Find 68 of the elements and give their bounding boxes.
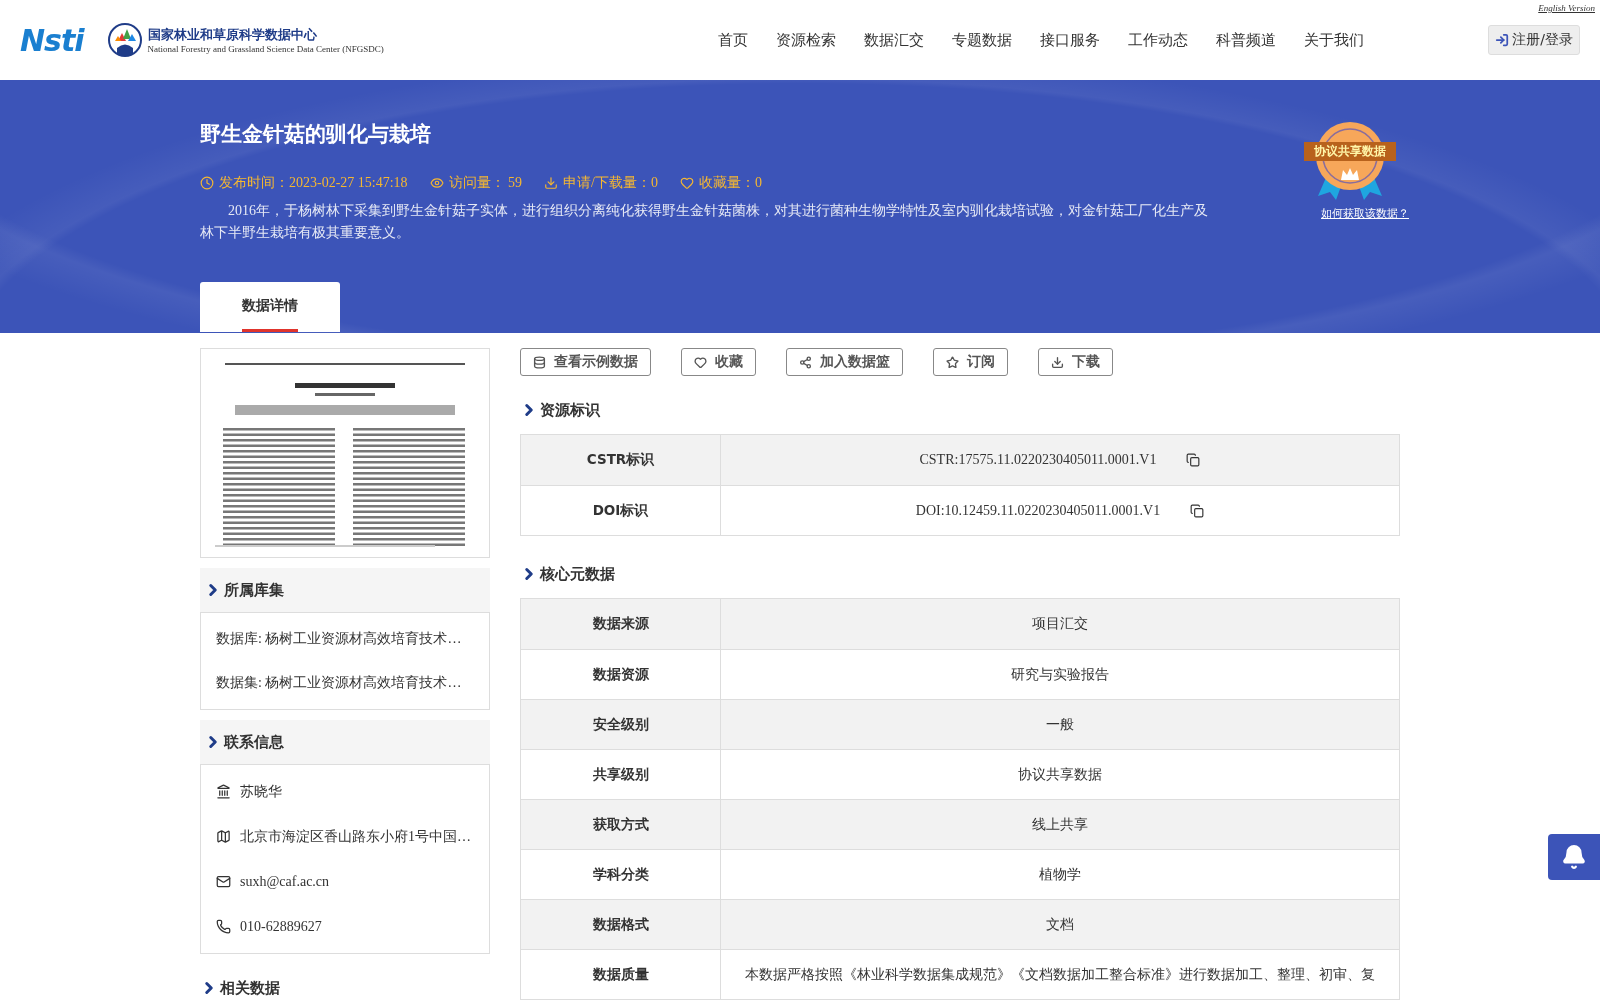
phone-icon: [216, 919, 231, 934]
map-icon: [216, 829, 231, 844]
database-icon: [533, 355, 546, 369]
meta-info: 申请/下载量：0: [544, 174, 658, 192]
meta-info: 访问量： 59: [429, 174, 523, 192]
mail-icon: [216, 874, 231, 889]
star-icon: [946, 355, 959, 369]
description: 2016年，于杨树林下采集到野生金针菇子实体，进行组织分离纯化获得野生金针菇菌株，对其进行菌种生物学特性及室内驯化栽培试验，对金针菇工厂化生产及林下半野生栽培有极其重要意义。: [200, 202, 1209, 242]
section-title: 资源标识: [540, 400, 600, 420]
heart-icon: [694, 355, 707, 369]
nav-link[interactable]: 首页: [704, 30, 763, 50]
contact-text: 苏晓华: [240, 782, 282, 801]
table-cell-text: 植物学: [1038, 865, 1082, 884]
action-button[interactable]: 查看示例数据: [520, 348, 651, 376]
nav-link[interactable]: 关于我们: [1290, 30, 1379, 50]
collection-link[interactable]: 数据集: 杨树工业资源材高效培育技术…: [216, 661, 474, 705]
identifier-value: CSTR:17575.11.0220230405011.0001.V1: [919, 452, 1157, 468]
table-cell-text: 项目汇交: [1031, 615, 1089, 633]
section-title: 核心元数据: [540, 564, 615, 584]
nav-link[interactable]: 资源检索: [762, 30, 851, 50]
action-button[interactable]: 订阅: [933, 348, 1008, 376]
contact-text: 010-62889627: [240, 918, 322, 935]
nav-link[interactable]: 专题数据: [938, 30, 1027, 50]
copy-icon[interactable]: [1186, 453, 1201, 467]
table-cell-text: 一般: [1045, 715, 1075, 734]
collection-link[interactable]: 数据库: 杨树工业资源材高效培育技术…: [216, 617, 474, 661]
section-title: 相关数据: [220, 978, 280, 998]
contact-text: suxh@caf.ac.cn: [240, 873, 330, 890]
login-button[interactable]: 注册/登录: [1488, 25, 1580, 55]
chat-button[interactable]: [1548, 834, 1600, 880]
english-version-link[interactable]: English Version: [1538, 3, 1595, 13]
table-cell-text: 文档: [1045, 915, 1075, 934]
nav-link[interactable]: 接口服务: [1026, 30, 1115, 50]
download-icon: [1051, 355, 1064, 369]
heart-icon: [680, 176, 694, 190]
section-title: 所属库集: [224, 580, 284, 600]
download-icon: [544, 176, 559, 190]
action-button[interactable]: 下载: [1038, 348, 1113, 376]
identifier-value: DOI:10.12459.11.0220230405011.0001.V1: [915, 502, 1161, 519]
how-to-get-link[interactable]: 如何获取该数据？: [1321, 206, 1409, 221]
bank-icon: [216, 784, 231, 799]
center-name: 国家林业和草原科学数据中心: [147, 26, 318, 44]
action-button[interactable]: 收藏: [681, 348, 756, 376]
emblem-icon: [107, 23, 142, 57]
share-icon: [799, 355, 812, 369]
table-cell-text: 线上共享: [1031, 815, 1089, 834]
nav-link[interactable]: 工作动态: [1114, 30, 1203, 50]
logo[interactable]: Nsti: [20, 22, 84, 58]
bell-icon: [1561, 844, 1587, 870]
center-name-english: National Forestry and Grassland Science Data Center (NFGSDC): [147, 43, 384, 54]
table-cell: DOI标识: [521, 486, 721, 535]
meta-info: 发布时间：2023-02-27 15:47:18: [200, 174, 408, 192]
contact-text: 北京市海淀区香山路东小府1号中国…: [240, 827, 471, 846]
page-title: 野生金针菇的驯化与栽培: [200, 121, 432, 148]
login-icon: [1495, 33, 1510, 47]
copy-icon[interactable]: [1190, 503, 1205, 518]
action-button[interactable]: 加入数据篮: [786, 348, 903, 376]
meta-info: 收藏量：0: [680, 174, 762, 192]
table-cell-text: 本数据严格按照《林业科学数据集成规范》《文档数据加工整合标准》进行数据加工、整理、初审、复: [744, 965, 1376, 984]
nav-link[interactable]: 数据汇交: [850, 30, 939, 50]
clock-icon: [200, 176, 214, 190]
section-title: 联系信息: [224, 732, 284, 752]
tab[interactable]: 数据详情: [200, 282, 340, 332]
table-cell: 数据质量: [521, 950, 721, 999]
nav-link[interactable]: 科普频道: [1202, 30, 1291, 50]
eye-icon: [429, 176, 444, 190]
table-cell-text: 研究与实验报告: [1010, 665, 1110, 684]
table-cell-text: 协议共享数据: [1017, 765, 1103, 784]
